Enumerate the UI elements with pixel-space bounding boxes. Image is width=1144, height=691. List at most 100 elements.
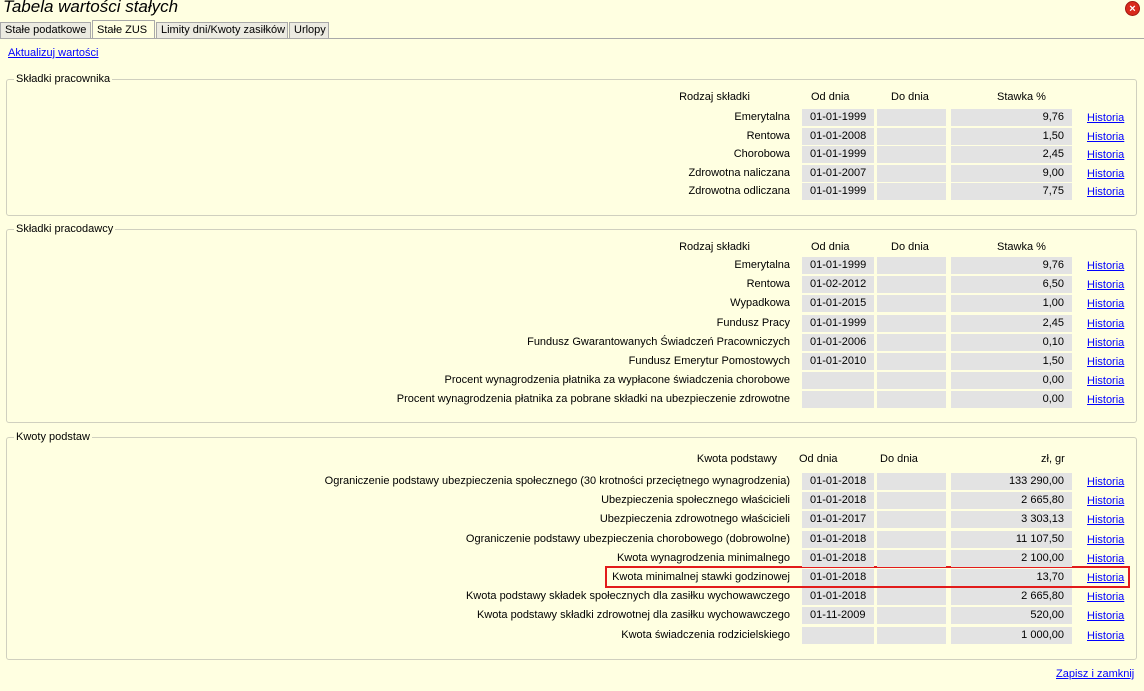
value-field[interactable]: 11 107,50: [951, 531, 1072, 548]
tab-limity-dni[interactable]: Limity dni/Kwoty zasiłków: [156, 22, 288, 38]
from-date-field[interactable]: 01-01-2015: [802, 295, 874, 312]
header-from: Od dnia: [799, 453, 838, 465]
from-date-field[interactable]: 01-01-2008: [802, 128, 874, 145]
value-field[interactable]: 133 290,00: [951, 473, 1072, 490]
history-link[interactable]: Historia: [1087, 608, 1124, 625]
history-link[interactable]: Historia: [1087, 512, 1124, 529]
value-field[interactable]: 0,00: [951, 372, 1072, 389]
to-date-field[interactable]: [877, 607, 946, 624]
history-link[interactable]: Historia: [1087, 147, 1124, 164]
from-date-field[interactable]: 01-01-1999: [802, 183, 874, 200]
to-date-field[interactable]: [877, 372, 946, 389]
to-date-field[interactable]: [877, 569, 946, 586]
value-field[interactable]: 0,00: [951, 391, 1072, 408]
history-link[interactable]: Historia: [1087, 392, 1124, 409]
value-field[interactable]: 520,00: [951, 607, 1072, 624]
save-and-close-link[interactable]: Zapisz i zamknij: [1056, 668, 1134, 680]
value-field[interactable]: 2,45: [951, 315, 1072, 332]
to-date-field[interactable]: [877, 353, 946, 370]
value-field[interactable]: 1,50: [951, 353, 1072, 370]
from-date-field[interactable]: [802, 627, 874, 644]
to-date-field[interactable]: [877, 276, 946, 293]
to-date-field[interactable]: [877, 257, 946, 274]
value-field[interactable]: 1 000,00: [951, 627, 1072, 644]
history-link[interactable]: Historia: [1087, 373, 1124, 390]
row-label: Fundusz Pracy: [716, 317, 790, 329]
to-date-field[interactable]: [877, 109, 946, 126]
history-link[interactable]: Historia: [1087, 570, 1124, 587]
from-date-field[interactable]: 01-01-2018: [802, 550, 874, 567]
value-field[interactable]: 2 100,00: [951, 550, 1072, 567]
to-date-field[interactable]: [877, 627, 946, 644]
history-link[interactable]: Historia: [1087, 184, 1124, 201]
history-link[interactable]: Historia: [1087, 277, 1124, 294]
value-field[interactable]: 13,70: [951, 569, 1072, 586]
value-field[interactable]: 2 665,80: [951, 492, 1072, 509]
from-date-field[interactable]: 01-01-1999: [802, 257, 874, 274]
tab-stale-podatkowe[interactable]: Stałe podatkowe: [0, 22, 91, 38]
to-date-field[interactable]: [877, 295, 946, 312]
value-field[interactable]: 3 303,13: [951, 511, 1072, 528]
to-date-field[interactable]: [877, 315, 946, 332]
value-field[interactable]: 2 665,80: [951, 588, 1072, 605]
history-link[interactable]: Historia: [1087, 258, 1124, 275]
to-date-field[interactable]: [877, 511, 946, 528]
history-link[interactable]: Historia: [1087, 296, 1124, 313]
refresh-values-link[interactable]: Aktualizuj wartości: [8, 47, 98, 59]
value-field[interactable]: 7,75: [951, 183, 1072, 200]
history-link[interactable]: Historia: [1087, 551, 1124, 568]
from-date-field[interactable]: 01-01-2006: [802, 334, 874, 351]
to-date-field[interactable]: [877, 334, 946, 351]
from-date-field[interactable]: 01-02-2012: [802, 276, 874, 293]
value-field[interactable]: 9,00: [951, 165, 1072, 182]
history-link[interactable]: Historia: [1087, 316, 1124, 333]
to-date-field[interactable]: [877, 588, 946, 605]
from-date-field[interactable]: 01-01-1999: [802, 315, 874, 332]
to-date-field[interactable]: [877, 146, 946, 163]
history-link[interactable]: Historia: [1087, 474, 1124, 491]
history-link[interactable]: Historia: [1087, 628, 1124, 645]
history-link[interactable]: Historia: [1087, 493, 1124, 510]
history-link[interactable]: Historia: [1087, 532, 1124, 549]
from-date-field[interactable]: 01-01-2018: [802, 588, 874, 605]
to-date-field[interactable]: [877, 550, 946, 567]
history-link[interactable]: Historia: [1087, 335, 1124, 352]
from-date-field[interactable]: 01-01-2018: [802, 531, 874, 548]
value-field[interactable]: 1,00: [951, 295, 1072, 312]
value-field[interactable]: 1,50: [951, 128, 1072, 145]
value-field[interactable]: 0,10: [951, 334, 1072, 351]
value-field[interactable]: 9,76: [951, 109, 1072, 126]
value-field[interactable]: 2,45: [951, 146, 1072, 163]
to-date-field[interactable]: [877, 492, 946, 509]
to-date-field[interactable]: [877, 473, 946, 490]
value-field[interactable]: 9,76: [951, 257, 1072, 274]
from-date-field[interactable]: 01-01-2018: [802, 492, 874, 509]
to-date-field[interactable]: [877, 128, 946, 145]
from-date-field[interactable]: 01-01-2017: [802, 511, 874, 528]
tab-stale-zus[interactable]: Stałe ZUS: [92, 20, 155, 39]
to-date-field[interactable]: [877, 391, 946, 408]
from-date-field[interactable]: 01-01-1999: [802, 109, 874, 126]
from-date-field[interactable]: [802, 391, 874, 408]
from-date-field[interactable]: 01-01-2018: [802, 473, 874, 490]
row-label: Kwota minimalnej stawki godzinowej: [612, 571, 790, 583]
row-label: Fundusz Emerytur Pomostowych: [628, 355, 790, 367]
from-date-field[interactable]: 01-01-1999: [802, 146, 874, 163]
from-date-field[interactable]: 01-01-2007: [802, 165, 874, 182]
history-link[interactable]: Historia: [1087, 354, 1124, 371]
to-date-field[interactable]: [877, 531, 946, 548]
close-icon[interactable]: ×: [1125, 1, 1140, 16]
from-date-field[interactable]: 01-01-2010: [802, 353, 874, 370]
row-label: Kwota podstawy składki zdrowotnej dla za…: [476, 609, 790, 621]
to-date-field[interactable]: [877, 165, 946, 182]
tab-urlopy[interactable]: Urlopy: [289, 22, 329, 38]
from-date-field[interactable]: [802, 372, 874, 389]
history-link[interactable]: Historia: [1087, 110, 1124, 127]
history-link[interactable]: Historia: [1087, 166, 1124, 183]
to-date-field[interactable]: [877, 183, 946, 200]
history-link[interactable]: Historia: [1087, 129, 1124, 146]
from-date-field[interactable]: 01-11-2009: [802, 607, 874, 624]
history-link[interactable]: Historia: [1087, 589, 1124, 606]
from-date-field[interactable]: 01-01-2018: [802, 569, 874, 586]
value-field[interactable]: 6,50: [951, 276, 1072, 293]
